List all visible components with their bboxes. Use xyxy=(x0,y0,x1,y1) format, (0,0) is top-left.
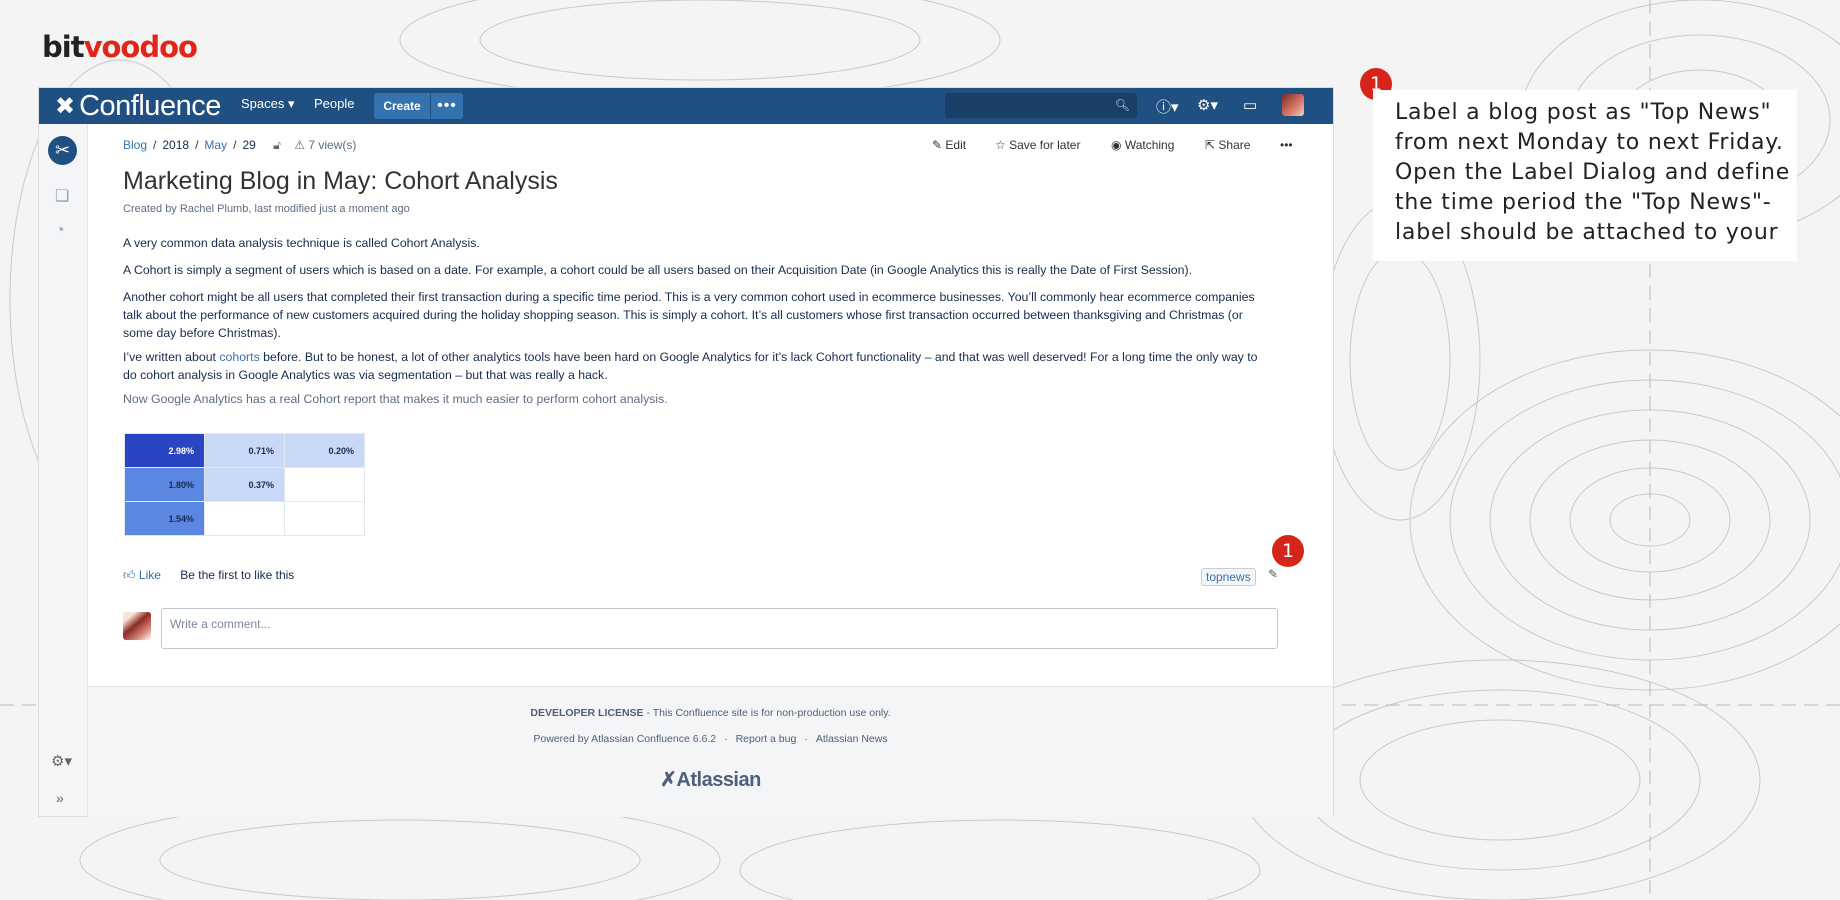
breadcrumb: Blog / 2018 / May / 29 🔓︎ ⚠ 7 view(s) xyxy=(123,138,356,153)
license-notice: DEVELOPER LICENSE - This Confluence site… xyxy=(88,707,1333,719)
like-button[interactable]: 👍︎ Like xyxy=(123,568,161,582)
save-label: Save for later xyxy=(1009,138,1081,152)
paragraph-3: Another cohort might be all users that c… xyxy=(123,290,1255,340)
spaces-menu[interactable]: Spaces ▾ xyxy=(241,96,295,112)
cohort-row: 1.54% xyxy=(124,501,365,536)
breadcrumb-blog[interactable]: Blog xyxy=(123,138,147,152)
confluence-window: ✖ Confluence Spaces ▾ People Create ••• … xyxy=(39,88,1333,817)
edit-label: Edit xyxy=(945,138,967,152)
like-section: 👍︎ Like Be the first to like this xyxy=(123,568,294,583)
watching-label: Watching xyxy=(1124,138,1175,152)
cohort-cell: 0.20% xyxy=(284,433,365,468)
cohort-row: 2.98% 0.71% 0.20% xyxy=(124,433,365,468)
cohort-cell: 0.71% xyxy=(204,433,285,468)
cohort-cell xyxy=(204,501,285,536)
unlock-icon[interactable]: 🔓︎ xyxy=(273,138,281,152)
cohort-cell xyxy=(284,467,365,502)
atlassian-logo[interactable]: ✗Atlassian xyxy=(88,767,1333,792)
space-logo-icon[interactable]: ✂ xyxy=(48,136,77,165)
thumbs-up-icon: 👍︎ xyxy=(123,568,136,582)
blog-rss-icon[interactable]: ◔ xyxy=(55,222,65,240)
paragraph-4-start: I’ve written about xyxy=(123,350,220,364)
breadcrumb-separator: / xyxy=(195,138,199,152)
product-name: Confluence xyxy=(79,89,221,122)
edit-button[interactable]: ✎ Edit xyxy=(932,138,966,152)
top-navigation-bar: ✖ Confluence Spaces ▾ People Create ••• … xyxy=(39,88,1333,124)
search-input[interactable]: 🔍︎ xyxy=(945,93,1137,118)
analytics-icon: ⚠ xyxy=(294,138,306,152)
bitvoodoo-logo: bitvoodoo xyxy=(42,30,198,64)
step-badge-number: 1 xyxy=(1272,535,1304,567)
cohort-cell: 1.54% xyxy=(124,501,205,536)
share-label: Share xyxy=(1218,138,1251,152)
user-avatar[interactable] xyxy=(1282,94,1304,116)
create-more-button[interactable]: ••• xyxy=(431,93,463,119)
confluence-logo[interactable]: ✖ Confluence xyxy=(55,90,221,122)
more-actions-button[interactable]: ••• xyxy=(1280,138,1293,152)
space-tools-gear-icon[interactable]: ⚙▾ xyxy=(51,752,72,770)
powered-by: Powered by Atlassian Confluence 6.6.2 xyxy=(533,733,717,745)
eye-icon: ◉ xyxy=(1111,138,1122,152)
pencil-icon: ✎ xyxy=(932,138,943,152)
like-label: Like xyxy=(138,568,161,582)
breadcrumb-month[interactable]: May xyxy=(204,138,227,152)
cohort-cell: 0.37% xyxy=(204,467,285,502)
comment-avatar xyxy=(123,612,151,640)
breadcrumb-separator: / xyxy=(153,138,157,152)
paragraph-4: I’ve written about cohorts before. But t… xyxy=(123,348,1268,384)
atlassian-news-link[interactable]: Atlassian News xyxy=(816,733,888,745)
license-text: - This Confluence site is for non-produc… xyxy=(643,707,891,719)
page-byline: Created by Rachel Plumb, last modified j… xyxy=(123,203,410,215)
star-icon: ☆ xyxy=(995,138,1006,152)
paragraph-4-end: before. But to be honest, a lot of other… xyxy=(123,350,1258,382)
notifications-icon[interactable]: ▭ xyxy=(1243,96,1257,114)
brand-part-1: bit xyxy=(42,30,85,64)
search-icon: 🔍︎ xyxy=(1114,98,1130,112)
page-title: Marketing Blog in May: Cohort Analysis xyxy=(123,167,558,195)
share-icon: ⇱ xyxy=(1205,138,1216,152)
expand-sidebar-icon[interactable]: » xyxy=(56,790,64,806)
breadcrumb-separator: / xyxy=(233,138,237,152)
share-button[interactable]: ⇱ Share xyxy=(1205,138,1250,152)
people-link[interactable]: People xyxy=(314,96,354,111)
tip-text: Label a blog post as "Top News" from nex… xyxy=(1395,100,1791,245)
cohort-row: 1.80% 0.37% xyxy=(124,467,365,502)
tip-card: Label a blog post as "Top News" from nex… xyxy=(1373,90,1797,261)
breadcrumb-year[interactable]: 2018 xyxy=(162,138,189,152)
paragraph-2: A Cohort is simply a segment of users wh… xyxy=(123,263,1192,277)
cohort-cell: 2.98% xyxy=(124,433,205,468)
footer-dot: · xyxy=(724,733,728,745)
comment-placeholder: Write a comment... xyxy=(170,617,271,631)
cohort-cell xyxy=(284,501,365,536)
comment-input[interactable]: Write a comment... xyxy=(161,608,1278,649)
brand-part-2: voodoo xyxy=(83,30,198,64)
gear-icon[interactable]: ⚙▾ xyxy=(1197,96,1218,114)
breadcrumb-day: 29 xyxy=(242,138,256,152)
space-sidebar: ✂ ❏ ◔ ⚙▾ » xyxy=(39,124,88,816)
save-for-later-button[interactable]: ☆ Save for later xyxy=(995,138,1080,152)
create-button[interactable]: Create xyxy=(374,93,430,119)
pages-icon[interactable]: ❏ xyxy=(55,186,69,206)
step-badge-marker: 1 xyxy=(1272,535,1304,571)
atlassian-wordmark: Atlassian xyxy=(676,769,761,791)
cohort-table-image: 2.98% 0.71% 0.20% 1.80% 0.37% 1.54% xyxy=(124,433,365,536)
cohort-cell: 1.80% xyxy=(124,467,205,502)
footer-dot: · xyxy=(804,733,808,745)
cohorts-link[interactable]: cohorts xyxy=(219,350,259,364)
like-summary: Be the first to like this xyxy=(180,568,295,582)
help-icon[interactable]: ⓘ▾ xyxy=(1156,96,1179,117)
atlassian-mark-icon: ✗ xyxy=(660,769,677,791)
report-bug-link[interactable]: Report a bug xyxy=(736,733,797,745)
paragraph-5: Now Google Analytics has a real Cohort r… xyxy=(123,392,668,406)
footer: DEVELOPER LICENSE - This Confluence site… xyxy=(88,686,1333,817)
license-label: DEVELOPER LICENSE xyxy=(530,707,644,719)
paragraph-1: A very common data analysis technique is… xyxy=(123,236,480,250)
footer-links: Powered by Atlassian Confluence 6.6.2 · Re… xyxy=(88,733,1333,745)
confluence-x-icon: ✖ xyxy=(55,92,76,120)
label-topnews[interactable]: topnews xyxy=(1201,568,1256,586)
watching-button[interactable]: ◉ Watching xyxy=(1111,138,1174,152)
page-views[interactable]: 7 view(s) xyxy=(308,138,356,152)
